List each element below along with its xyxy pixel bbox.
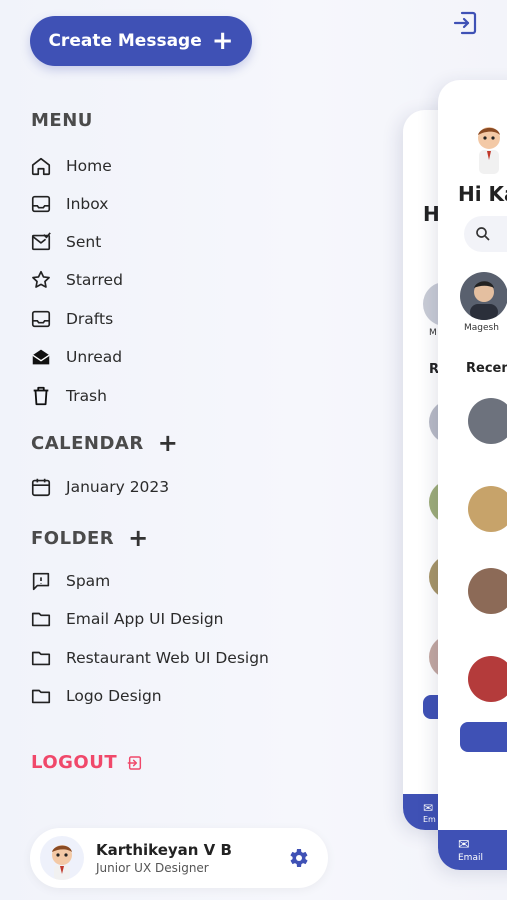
star-icon (32, 270, 50, 288)
create-message-button[interactable]: Create Message + (30, 16, 252, 66)
folder-item-label: Spam (66, 572, 111, 590)
avatar (468, 398, 507, 444)
folder-item-restaurant[interactable]: Restaurant Web UI Design (30, 647, 269, 669)
folder-item-spam[interactable]: Spam (30, 570, 110, 592)
trash-icon (33, 386, 49, 406)
profile-role: Junior UX Designer (96, 861, 209, 875)
menu-item-trash[interactable]: Trash (30, 385, 107, 407)
folder-icon (31, 689, 51, 704)
menu-item-drafts[interactable]: Drafts (30, 308, 113, 330)
profile-card[interactable]: Karthikeyan V B Junior UX Designer (30, 828, 328, 888)
preview-search (464, 216, 507, 252)
spam-icon (32, 572, 50, 591)
logout-label: LOGOUT (31, 752, 118, 773)
preview-nav: ✉ Email (438, 830, 507, 870)
sent-icon (31, 232, 51, 251)
menu-item-label: Drafts (66, 310, 114, 328)
preview-contact-name-back: M (429, 328, 437, 338)
create-message-label: Create Message (48, 31, 202, 51)
preview-button (460, 722, 507, 752)
folder-heading: FOLDER + (31, 526, 149, 550)
folder-item-label: Logo Design (66, 687, 162, 705)
inbox-icon (31, 195, 51, 213)
preview-nav-label: Email (458, 853, 483, 863)
menu-heading: MENU (31, 110, 93, 131)
folder-title: FOLDER (31, 527, 115, 549)
avatar (468, 568, 507, 614)
add-folder-icon[interactable]: + (128, 526, 149, 550)
home-icon (31, 157, 51, 176)
phone-preview-front: Hi Ka Magesh Recen ✉ Email (438, 80, 507, 870)
calendar-item-label: January 2023 (66, 478, 170, 496)
logout-icon (127, 755, 142, 770)
exit-icon[interactable] (452, 10, 478, 40)
preview-contact-name: Magesh (464, 323, 499, 333)
search-icon (476, 227, 490, 241)
menu-item-unread[interactable]: Unread (30, 346, 122, 368)
plus-icon: + (211, 26, 234, 56)
menu-item-inbox[interactable]: Inbox (30, 193, 108, 215)
drafts-icon (31, 310, 51, 328)
avatar (460, 272, 507, 320)
logout-button[interactable]: LOGOUT (31, 752, 143, 773)
avatar (40, 836, 84, 880)
menu-title: MENU (31, 110, 93, 131)
mail-icon: ✉ (458, 837, 470, 853)
calendar-heading: CALENDAR + (31, 431, 178, 455)
menu-item-label: Sent (66, 233, 102, 251)
folder-item-logo-design[interactable]: Logo Design (30, 685, 162, 707)
calendar-title: CALENDAR (31, 432, 144, 454)
envelope-open-icon (32, 349, 50, 365)
calendar-icon (31, 478, 51, 497)
menu-item-label: Unread (66, 348, 123, 366)
calendar-item-january-2023[interactable]: January 2023 (30, 476, 169, 498)
gear-icon[interactable] (286, 846, 310, 874)
menu-item-label: Starred (66, 271, 123, 289)
avatar (468, 656, 507, 702)
folder-item-label: Email App UI Design (66, 610, 224, 628)
menu-item-starred[interactable]: Starred (30, 269, 123, 291)
mail-icon: ✉ (423, 800, 434, 815)
menu-item-sent[interactable]: Sent (30, 231, 101, 253)
folder-item-label: Restaurant Web UI Design (66, 649, 269, 667)
menu-item-label: Inbox (66, 195, 109, 213)
preview-greeting: Hi Ka (458, 182, 507, 206)
add-calendar-icon[interactable]: + (158, 431, 179, 455)
avatar (468, 486, 507, 532)
menu-item-label: Trash (66, 387, 107, 405)
menu-item-home[interactable]: Home (30, 155, 112, 177)
folder-icon (31, 612, 51, 627)
profile-name: Karthikeyan V B (96, 841, 232, 859)
preview-recent: Recen (466, 361, 507, 376)
folder-icon (31, 651, 51, 666)
preview-nav-label-back: Em (423, 814, 436, 824)
avatar (468, 120, 507, 180)
menu-item-label: Home (66, 157, 112, 175)
folder-item-email-app[interactable]: Email App UI Design (30, 608, 224, 630)
